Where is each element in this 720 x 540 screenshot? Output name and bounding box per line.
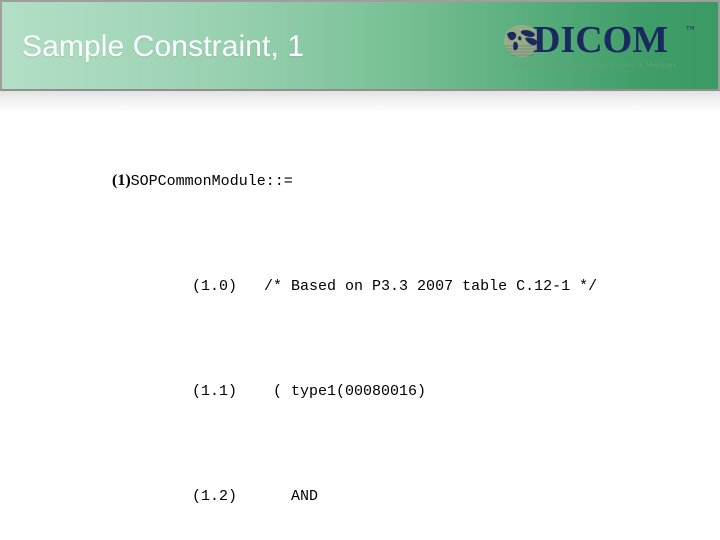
code-line-number: (1.1): [192, 383, 238, 400]
header-fade-strip: [0, 91, 720, 113]
logo-wordmark-row: DICOM ™: [503, 19, 701, 61]
logo-tagline: Digital Imaging and Communications in Me…: [511, 60, 677, 69]
slide: Sample Constraint, 1 DICOM ™ Digital Ima…: [0, 0, 720, 540]
slide-content: (1)SOPCommonModule::= (1.0) /* Based on …: [0, 113, 720, 540]
code-line-text: /* Based on P3.3 2007 table C.12-1 */: [237, 278, 598, 295]
code-line-number: (1.0): [192, 278, 238, 295]
code-line-text: ( type1(00080016): [237, 383, 427, 400]
code-line-number: (1): [112, 172, 131, 189]
logo-wordmark-text: DICOM: [533, 19, 669, 61]
code-line-root: (1)SOPCommonModule::=: [40, 128, 700, 234]
code-line-1-2: (1.2) AND: [40, 444, 700, 540]
code-line-text: SOPCommonModule::=: [130, 173, 293, 190]
dicom-logo: DICOM ™ Digital Imaging and Communicatio…: [503, 19, 701, 74]
page-title: Sample Constraint, 1: [22, 30, 305, 63]
code-line-number: (1.2): [192, 488, 238, 505]
trademark-icon: ™: [686, 24, 695, 34]
constraint-code-block: (1)SOPCommonModule::= (1.0) /* Based on …: [40, 128, 700, 540]
code-line-1-1: (1.1) ( type1(00080016): [40, 339, 700, 444]
code-line-1-0: (1.0) /* Based on P3.3 2007 table C.12-1…: [40, 234, 700, 339]
code-line-text: AND: [237, 488, 319, 505]
